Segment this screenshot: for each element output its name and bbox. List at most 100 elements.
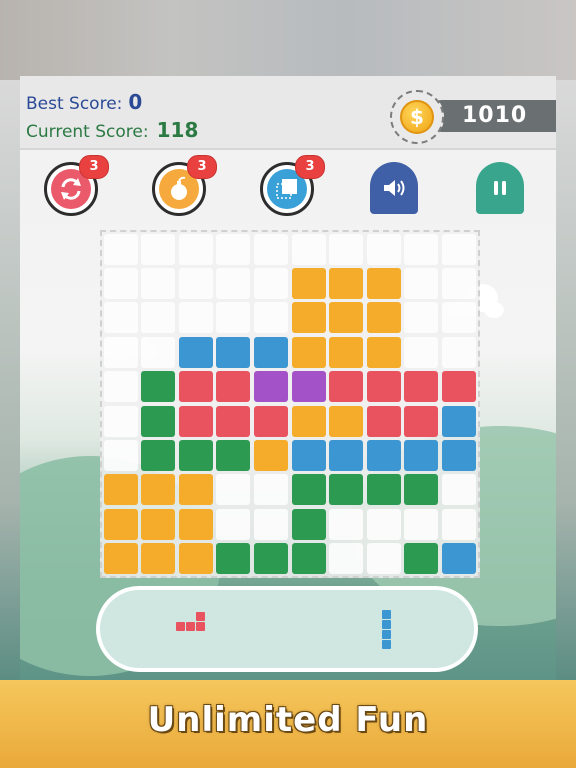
board-empty-cell[interactable] bbox=[103, 336, 138, 368]
board-empty-cell[interactable] bbox=[141, 267, 176, 299]
board-block-orange[interactable] bbox=[366, 267, 401, 299]
board-empty-cell[interactable] bbox=[178, 267, 213, 299]
board-empty-cell[interactable] bbox=[216, 302, 251, 334]
board-block-orange[interactable] bbox=[141, 508, 176, 540]
board-block-red[interactable] bbox=[366, 405, 401, 437]
board-empty-cell[interactable] bbox=[291, 233, 326, 265]
board-empty-cell[interactable] bbox=[141, 302, 176, 334]
coin-balance[interactable]: 1010 bbox=[426, 100, 556, 132]
refresh-tool-button[interactable]: 3 bbox=[44, 155, 109, 216]
board-empty-cell[interactable] bbox=[178, 233, 213, 265]
board-block-blue[interactable] bbox=[441, 439, 476, 471]
board-block-orange[interactable] bbox=[291, 302, 326, 334]
board-block-orange[interactable] bbox=[366, 302, 401, 334]
board-block-orange[interactable] bbox=[103, 508, 138, 540]
board-block-green[interactable] bbox=[253, 543, 288, 575]
board-block-blue[interactable] bbox=[366, 439, 401, 471]
board-empty-cell[interactable] bbox=[441, 336, 476, 368]
board-block-orange[interactable] bbox=[178, 474, 213, 506]
board-empty-cell[interactable] bbox=[216, 267, 251, 299]
board-block-orange[interactable] bbox=[366, 336, 401, 368]
board-block-green[interactable] bbox=[404, 474, 439, 506]
board-block-orange[interactable] bbox=[291, 405, 326, 437]
board-empty-cell[interactable] bbox=[103, 405, 138, 437]
board-block-red[interactable] bbox=[329, 371, 364, 403]
board-empty-cell[interactable] bbox=[253, 508, 288, 540]
board-block-green[interactable] bbox=[141, 405, 176, 437]
board-block-orange[interactable] bbox=[329, 267, 364, 299]
board-block-orange[interactable] bbox=[291, 267, 326, 299]
board-empty-cell[interactable] bbox=[253, 233, 288, 265]
board-block-red[interactable] bbox=[216, 371, 251, 403]
board-block-green[interactable] bbox=[329, 474, 364, 506]
board-block-green[interactable] bbox=[291, 543, 326, 575]
board-block-red[interactable] bbox=[253, 405, 288, 437]
board-block-red[interactable] bbox=[441, 371, 476, 403]
board-empty-cell[interactable] bbox=[216, 233, 251, 265]
board-empty-cell[interactable] bbox=[103, 439, 138, 471]
board-block-blue[interactable] bbox=[329, 439, 364, 471]
board-block-red[interactable] bbox=[178, 405, 213, 437]
board-block-orange[interactable] bbox=[178, 508, 213, 540]
board-empty-cell[interactable] bbox=[404, 267, 439, 299]
board-empty-cell[interactable] bbox=[103, 267, 138, 299]
board-block-green[interactable] bbox=[366, 474, 401, 506]
board-block-red[interactable] bbox=[216, 405, 251, 437]
board-block-blue[interactable] bbox=[216, 336, 251, 368]
board-block-green[interactable] bbox=[141, 439, 176, 471]
board-empty-cell[interactable] bbox=[404, 508, 439, 540]
board-empty-cell[interactable] bbox=[253, 267, 288, 299]
board-block-orange[interactable] bbox=[178, 543, 213, 575]
board-block-purple[interactable] bbox=[253, 371, 288, 403]
board-empty-cell[interactable] bbox=[441, 474, 476, 506]
board-block-green[interactable] bbox=[216, 543, 251, 575]
pause-button[interactable] bbox=[476, 162, 524, 214]
board-block-blue[interactable] bbox=[253, 336, 288, 368]
board-block-purple[interactable] bbox=[291, 371, 326, 403]
board-empty-cell[interactable] bbox=[404, 233, 439, 265]
board-empty-cell[interactable] bbox=[404, 302, 439, 334]
board-block-blue[interactable] bbox=[404, 439, 439, 471]
board-block-orange[interactable] bbox=[329, 405, 364, 437]
board-empty-cell[interactable] bbox=[178, 302, 213, 334]
board-empty-cell[interactable] bbox=[103, 302, 138, 334]
board-empty-cell[interactable] bbox=[441, 267, 476, 299]
board-block-orange[interactable] bbox=[329, 336, 364, 368]
board-block-green[interactable] bbox=[404, 543, 439, 575]
board-block-green[interactable] bbox=[141, 371, 176, 403]
board-block-orange[interactable] bbox=[103, 474, 138, 506]
board-empty-cell[interactable] bbox=[366, 543, 401, 575]
board-block-green[interactable] bbox=[291, 508, 326, 540]
board-empty-cell[interactable] bbox=[329, 508, 364, 540]
board-block-blue[interactable] bbox=[441, 543, 476, 575]
coin-icon-ring[interactable]: $ bbox=[390, 90, 444, 144]
board-block-orange[interactable] bbox=[103, 543, 138, 575]
board-block-orange[interactable] bbox=[141, 474, 176, 506]
board-block-red[interactable] bbox=[366, 371, 401, 403]
board-empty-cell[interactable] bbox=[216, 508, 251, 540]
board-block-blue[interactable] bbox=[178, 336, 213, 368]
board-empty-cell[interactable] bbox=[366, 233, 401, 265]
board-empty-cell[interactable] bbox=[253, 474, 288, 506]
board-empty-cell[interactable] bbox=[141, 233, 176, 265]
board-empty-cell[interactable] bbox=[103, 233, 138, 265]
board-block-orange[interactable] bbox=[329, 302, 364, 334]
board-block-green[interactable] bbox=[291, 474, 326, 506]
board-block-red[interactable] bbox=[404, 371, 439, 403]
board-block-orange[interactable] bbox=[291, 336, 326, 368]
board-empty-cell[interactable] bbox=[441, 508, 476, 540]
board-empty-cell[interactable] bbox=[103, 371, 138, 403]
square-tool-button[interactable]: 3 bbox=[260, 155, 325, 216]
board-empty-cell[interactable] bbox=[216, 474, 251, 506]
bomb-tool-button[interactable]: 3 bbox=[152, 155, 217, 216]
board-block-green[interactable] bbox=[216, 439, 251, 471]
sound-button[interactable] bbox=[370, 162, 418, 214]
board-block-red[interactable] bbox=[404, 405, 439, 437]
board-empty-cell[interactable] bbox=[253, 302, 288, 334]
board-block-orange[interactable] bbox=[141, 543, 176, 575]
board-empty-cell[interactable] bbox=[329, 543, 364, 575]
board-block-blue[interactable] bbox=[291, 439, 326, 471]
board-empty-cell[interactable] bbox=[366, 508, 401, 540]
board-block-green[interactable] bbox=[178, 439, 213, 471]
board-empty-cell[interactable] bbox=[141, 336, 176, 368]
